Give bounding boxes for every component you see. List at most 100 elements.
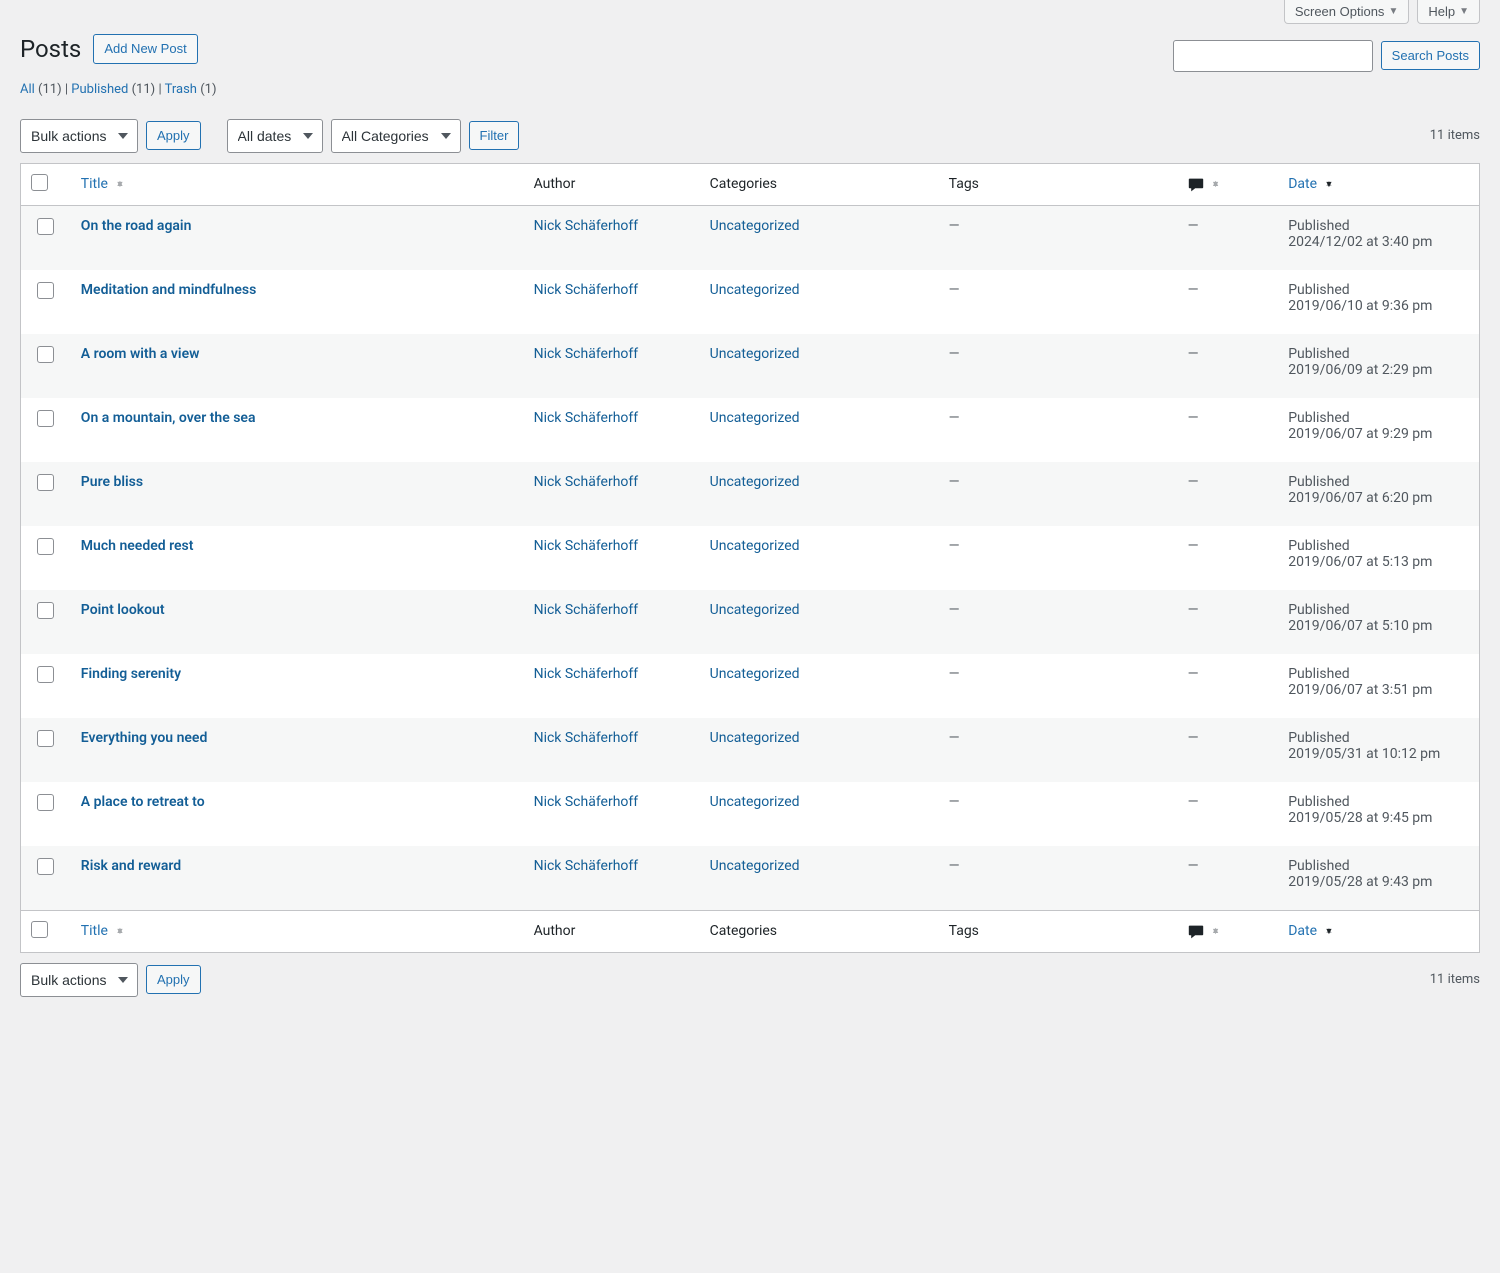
- post-category-link[interactable]: Uncategorized: [710, 538, 800, 554]
- post-title-link[interactable]: On the road again: [81, 218, 192, 234]
- comment-icon: [1188, 177, 1204, 191]
- filter-published-link[interactable]: Published: [71, 82, 128, 97]
- row-checkbox[interactable]: [37, 282, 54, 299]
- row-checkbox[interactable]: [37, 218, 54, 235]
- post-author-link[interactable]: Nick Schäferhoff: [534, 282, 639, 298]
- post-title-link[interactable]: Much needed rest: [81, 538, 194, 554]
- post-date: 2024/12/02 at 3:40 pm: [1288, 234, 1469, 250]
- post-title-link[interactable]: A room with a view: [81, 346, 200, 362]
- post-status: Published: [1288, 538, 1469, 554]
- row-checkbox[interactable]: [37, 858, 54, 875]
- post-title-link[interactable]: Meditation and mindfulness: [81, 282, 256, 298]
- column-date-sort-bottom[interactable]: Date ▲▼: [1288, 923, 1333, 939]
- date-filter-select[interactable]: All dates: [227, 119, 323, 153]
- post-author-link[interactable]: Nick Schäferhoff: [534, 218, 639, 234]
- page-title: Posts: [20, 35, 81, 63]
- row-checkbox[interactable]: [37, 538, 54, 555]
- post-comments: —: [1188, 218, 1199, 234]
- bulk-actions-select-bottom[interactable]: Bulk actions: [20, 963, 138, 997]
- apply-button-top[interactable]: Apply: [146, 121, 201, 151]
- post-tags: —: [949, 858, 960, 874]
- filter-all-link[interactable]: All: [20, 82, 35, 97]
- post-category-link[interactable]: Uncategorized: [710, 666, 800, 682]
- apply-button-bottom[interactable]: Apply: [146, 965, 201, 995]
- post-author-link[interactable]: Nick Schäferhoff: [534, 666, 639, 682]
- row-checkbox[interactable]: [37, 602, 54, 619]
- post-date: 2019/06/07 at 6:20 pm: [1288, 490, 1469, 506]
- post-status: Published: [1288, 346, 1469, 362]
- post-category-link[interactable]: Uncategorized: [710, 282, 800, 298]
- row-checkbox[interactable]: [37, 346, 54, 363]
- post-author-link[interactable]: Nick Schäferhoff: [534, 474, 639, 490]
- help-label: Help: [1428, 4, 1455, 19]
- post-comments: —: [1188, 410, 1199, 426]
- post-tags: —: [949, 218, 960, 234]
- post-title-link[interactable]: On a mountain, over the sea: [81, 410, 256, 426]
- column-author-bottom: Author: [524, 910, 700, 952]
- post-date: 2019/06/07 at 3:51 pm: [1288, 682, 1469, 698]
- table-row: Pure bliss Nick Schäferhoff Uncategorize…: [21, 462, 1480, 526]
- help-button[interactable]: Help ▼: [1417, 0, 1480, 24]
- post-category-link[interactable]: Uncategorized: [710, 794, 800, 810]
- post-tags: —: [949, 538, 960, 554]
- bulk-actions-select[interactable]: Bulk actions: [20, 119, 138, 153]
- post-title-link[interactable]: A place to retreat to: [81, 794, 205, 810]
- post-title-link[interactable]: Finding serenity: [81, 666, 181, 682]
- post-date: 2019/06/09 at 2:29 pm: [1288, 362, 1469, 378]
- chevron-down-icon: ▼: [1459, 6, 1469, 17]
- comment-icon: [1188, 924, 1204, 938]
- search-input[interactable]: [1173, 40, 1373, 72]
- post-category-link[interactable]: Uncategorized: [710, 602, 800, 618]
- filter-button[interactable]: Filter: [469, 121, 520, 151]
- row-checkbox[interactable]: [37, 410, 54, 427]
- post-category-link[interactable]: Uncategorized: [710, 346, 800, 362]
- post-category-link[interactable]: Uncategorized: [710, 858, 800, 874]
- column-date-sort[interactable]: Date ▲▼: [1288, 176, 1333, 192]
- row-checkbox[interactable]: [37, 666, 54, 683]
- select-all-checkbox-top[interactable]: [31, 174, 48, 191]
- table-row: Meditation and mindfulness Nick Schäferh…: [21, 270, 1480, 334]
- post-author-link[interactable]: Nick Schäferhoff: [534, 794, 639, 810]
- search-posts-button[interactable]: Search Posts: [1381, 41, 1480, 71]
- column-title-sort[interactable]: Title ▲▼: [81, 176, 125, 192]
- post-category-link[interactable]: Uncategorized: [710, 730, 800, 746]
- post-title-link[interactable]: Point lookout: [81, 602, 165, 618]
- column-tags: Tags: [939, 163, 1178, 205]
- items-count-top: 11 items: [1430, 128, 1480, 143]
- post-comments: —: [1188, 282, 1199, 298]
- table-row: A place to retreat to Nick Schäferhoff U…: [21, 782, 1480, 846]
- post-comments: —: [1188, 730, 1199, 746]
- screen-options-button[interactable]: Screen Options ▼: [1284, 0, 1410, 24]
- post-category-link[interactable]: Uncategorized: [710, 218, 800, 234]
- post-comments: —: [1188, 794, 1199, 810]
- column-title-sort-bottom[interactable]: Title ▲▼: [81, 923, 125, 939]
- post-author-link[interactable]: Nick Schäferhoff: [534, 602, 639, 618]
- row-checkbox[interactable]: [37, 794, 54, 811]
- post-author-link[interactable]: Nick Schäferhoff: [534, 858, 639, 874]
- post-author-link[interactable]: Nick Schäferhoff: [534, 346, 639, 362]
- post-author-link[interactable]: Nick Schäferhoff: [534, 730, 639, 746]
- filter-trash-count: (1): [200, 82, 216, 97]
- select-all-checkbox-bottom[interactable]: [31, 921, 48, 938]
- post-tags: —: [949, 666, 960, 682]
- row-checkbox[interactable]: [37, 474, 54, 491]
- post-author-link[interactable]: Nick Schäferhoff: [534, 410, 639, 426]
- post-title-link[interactable]: Everything you need: [81, 730, 208, 746]
- add-new-post-button[interactable]: Add New Post: [93, 34, 197, 64]
- post-author-link[interactable]: Nick Schäferhoff: [534, 538, 639, 554]
- filter-trash-link[interactable]: Trash: [165, 82, 197, 97]
- post-comments: —: [1188, 602, 1199, 618]
- post-status: Published: [1288, 666, 1469, 682]
- post-tags: —: [949, 410, 960, 426]
- post-title-link[interactable]: Risk and reward: [81, 858, 181, 874]
- post-category-link[interactable]: Uncategorized: [710, 474, 800, 490]
- post-status: Published: [1288, 794, 1469, 810]
- post-category-link[interactable]: Uncategorized: [710, 410, 800, 426]
- column-tags-bottom: Tags: [939, 910, 1178, 952]
- post-title-link[interactable]: Pure bliss: [81, 474, 143, 490]
- post-tags: —: [949, 602, 960, 618]
- row-checkbox[interactable]: [37, 730, 54, 747]
- category-filter-select[interactable]: All Categories: [331, 119, 461, 153]
- table-row: On a mountain, over the sea Nick Schäfer…: [21, 398, 1480, 462]
- table-row: A room with a view Nick Schäferhoff Unca…: [21, 334, 1480, 398]
